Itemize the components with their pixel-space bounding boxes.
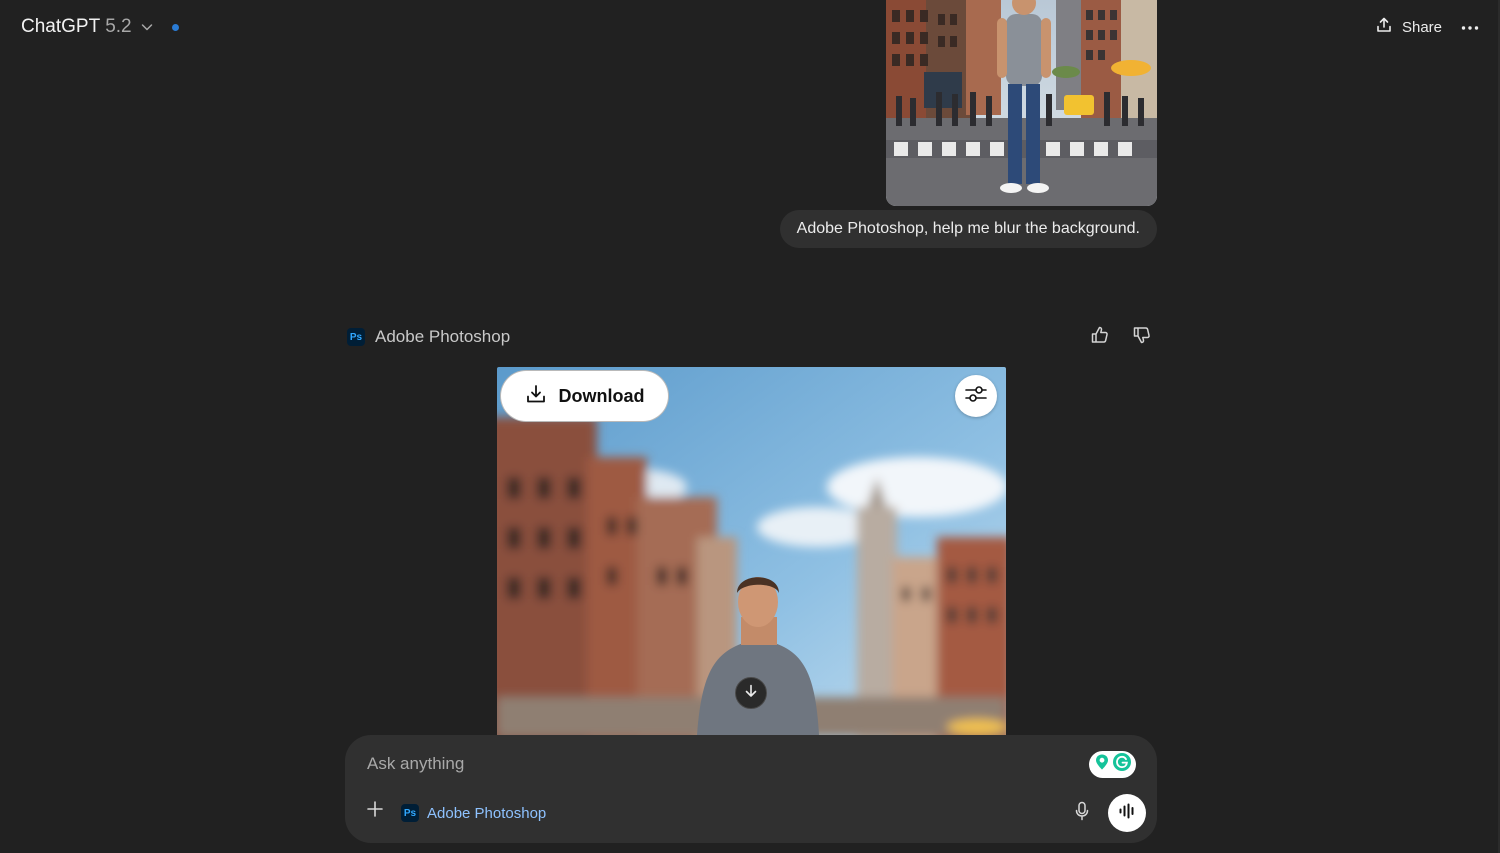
share-icon: [1375, 16, 1393, 38]
model-version: 5.2: [105, 16, 132, 37]
assistant-app-tag: Ps Adobe Photoshop: [347, 326, 510, 348]
thumbs-up-icon: [1090, 325, 1110, 350]
thumbs-down-icon: [1132, 325, 1152, 350]
prompt-input[interactable]: [367, 751, 1067, 777]
grammarly-logo-icon: [1112, 752, 1132, 777]
grammarly-extension-button[interactable]: [1089, 751, 1136, 778]
download-label: Download: [558, 385, 645, 406]
photoshop-app-icon: Ps: [401, 804, 419, 822]
photoshop-app-icon: Ps: [347, 328, 365, 346]
message-composer: Ps Adobe Photoshop: [345, 735, 1157, 843]
arrow-down-icon: [743, 683, 759, 704]
more-dots-icon: [1461, 18, 1479, 36]
sliders-icon: [964, 384, 988, 409]
model-name: ChatGPT: [21, 16, 101, 37]
user-message-bubble: Adobe Photoshop, help me blur the backgr…: [779, 210, 1157, 248]
share-label: Share: [1401, 18, 1442, 36]
chat-app: ChatGPT 5.2 Share Adobe Photoshop, help …: [0, 0, 1500, 853]
download-icon: [525, 383, 547, 410]
plus-icon: [366, 800, 384, 823]
assistant-app-name: Adobe Photoshop: [375, 327, 511, 346]
microphone-icon: [1074, 801, 1090, 826]
grammarly-location-icon: [1094, 753, 1110, 776]
download-button[interactable]: Download: [503, 373, 666, 419]
model-picker[interactable]: ChatGPT 5.2: [21, 14, 179, 40]
add-attachment-button[interactable]: [363, 799, 387, 823]
status-dot: [171, 23, 179, 31]
selected-app-chip[interactable]: Ps Adobe Photoshop: [401, 802, 546, 824]
scroll-to-bottom-button[interactable]: [735, 677, 767, 709]
chevron-down-icon: [140, 20, 154, 34]
more-options-button[interactable]: [1458, 14, 1482, 40]
user-uploaded-image[interactable]: [886, 0, 1157, 206]
dictate-button[interactable]: [1071, 801, 1093, 825]
thumbs-down-button[interactable]: [1131, 326, 1153, 348]
adjust-settings-button[interactable]: [955, 375, 997, 417]
audio-waveform-icon: [1118, 803, 1136, 824]
thumbs-up-button[interactable]: [1089, 326, 1111, 348]
selected-app-label: Adobe Photoshop: [427, 804, 547, 822]
share-button[interactable]: Share: [1375, 14, 1442, 40]
user-message-text: Adobe Photoshop, help me blur the backgr…: [796, 220, 1140, 237]
voice-mode-button[interactable]: [1108, 794, 1146, 832]
